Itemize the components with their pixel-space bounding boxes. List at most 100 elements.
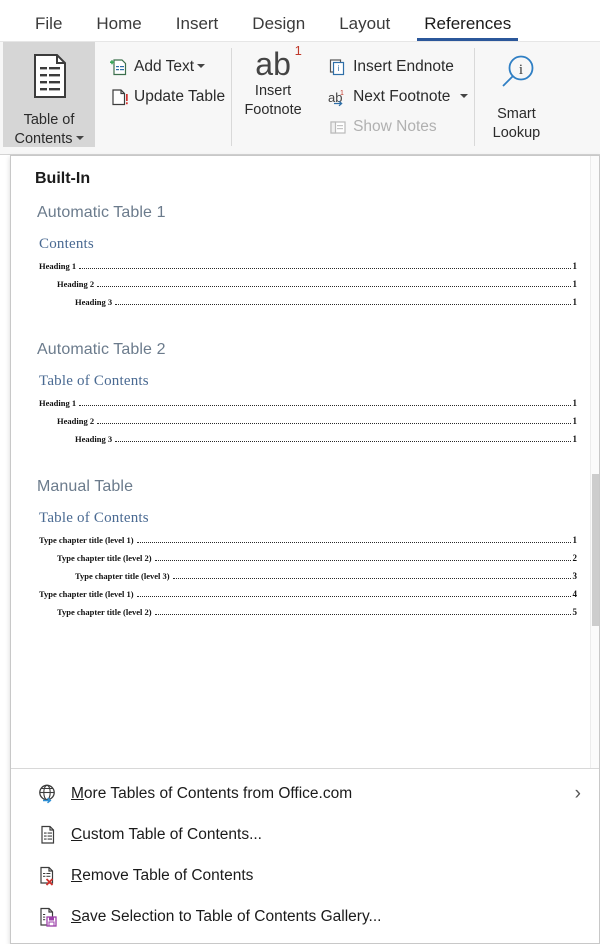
table-of-contents-button[interactable]: Table of Contents — [3, 42, 95, 147]
chevron-right-icon: › — [574, 782, 581, 804]
toc-row-text: Type chapter title (level 3) — [75, 571, 170, 581]
dot-leader — [97, 286, 571, 287]
tab-file[interactable]: File — [18, 14, 79, 41]
ribbon-group-footnotes: ab 1 Insert Footnote i Insert Endnote ab… — [232, 42, 474, 154]
toc-preview-row: Heading 1 1 — [39, 399, 577, 408]
tab-design[interactable]: Design — [235, 14, 322, 41]
toc-row-text: Type chapter title (level 1) — [39, 535, 134, 545]
tab-layout[interactable]: Layout — [322, 14, 407, 41]
gallery-item-title: Automatic Table 2 — [37, 341, 166, 358]
show-notes-button: Show Notes — [320, 112, 474, 142]
next-footnote-icon: ab 1 — [326, 87, 350, 107]
add-text-label: Add Text — [134, 58, 195, 75]
menu-item-label: Custom Table of Contents... — [71, 826, 589, 844]
gallery-item-automatic-table-2[interactable]: Automatic Table 2 Table of Contents Head… — [35, 341, 577, 444]
toc-row-text: Heading 2 — [57, 416, 95, 426]
toc-row-page: 2 — [572, 553, 578, 563]
dot-leader — [79, 268, 571, 269]
gallery-scrollbar-thumb[interactable] — [592, 474, 599, 626]
toc-preview-row: Type chapter title (level 1) 4 — [39, 590, 577, 599]
svg-text:i: i — [519, 62, 523, 78]
toc-gallery: Built-In Automatic Table 1 Contents Head… — [11, 156, 599, 768]
accelerator-key: S — [71, 907, 82, 925]
chevron-down-icon[interactable] — [197, 64, 206, 68]
show-notes-icon — [326, 117, 350, 137]
chevron-down-icon[interactable] — [75, 135, 84, 140]
toc-preview-row: Heading 2 1 — [39, 417, 577, 426]
toc-command-list: Add Text Update Table — [95, 42, 231, 112]
smart-lookup-icon: i — [493, 52, 539, 103]
dot-leader — [154, 560, 571, 561]
menu-item-label-rest: ustom Table of Contents... — [82, 825, 262, 843]
menu-item-custom-table-of-contents[interactable]: Custom Table of Contents... — [11, 814, 599, 855]
accelerator-key: M — [71, 784, 84, 802]
toc-preview-row: Type chapter title (level 1) 1 — [39, 536, 577, 545]
chevron-down-icon[interactable] — [460, 94, 469, 98]
dot-leader — [97, 423, 571, 424]
ribbon-group-table-of-contents: Table of Contents Add Text Update Table — [0, 42, 231, 154]
toc-row-text: Heading 2 — [57, 279, 95, 289]
toc-preview-row: Type chapter title (level 2) 5 — [39, 608, 577, 617]
toc-row-page: 1 — [572, 535, 578, 545]
gallery-item-manual-table[interactable]: Manual Table Table of Contents Type chap… — [35, 478, 577, 617]
menu-item-label: More Tables of Contents from Office.com — [71, 785, 575, 803]
toc-row-page: 1 — [572, 398, 578, 408]
toc-row-text: Type chapter title (level 1) — [39, 589, 134, 599]
next-footnote-button[interactable]: ab 1 Next Footnote — [320, 82, 474, 112]
tab-home[interactable]: Home — [79, 14, 158, 41]
show-notes-label: Show Notes — [353, 118, 437, 135]
update-table-button[interactable]: Update Table — [101, 82, 231, 112]
toc-row-page: 1 — [572, 279, 578, 289]
menu-item-label-rest: ore Tables of Contents from Office.com — [83, 784, 353, 802]
toc-preview-row: Type chapter title (level 3) 3 — [39, 572, 577, 581]
insert-endnote-button[interactable]: i Insert Endnote — [320, 52, 474, 82]
gallery-group-title: Built-In — [35, 170, 91, 187]
dot-leader — [115, 441, 571, 442]
dot-leader — [79, 405, 571, 406]
gallery-scrollbar[interactable] — [590, 156, 599, 768]
smart-lookup-button[interactable]: i Smart Lookup — [475, 42, 557, 147]
tab-references[interactable]: References — [407, 14, 528, 41]
toc-row-page: 1 — [572, 297, 578, 307]
dot-leader — [136, 596, 571, 597]
add-text-icon — [107, 57, 131, 77]
menu-item-remove-table-of-contents[interactable]: Remove Table of Contents — [11, 855, 599, 896]
table-of-contents-label-line2: Contents — [14, 130, 73, 147]
insert-footnote-glyph: ab — [255, 46, 291, 82]
next-footnote-label: Next Footnote — [353, 88, 451, 105]
footnote-command-list: i Insert Endnote ab 1 Next Footnote Show… — [314, 42, 474, 142]
toc-row-page: 3 — [572, 571, 578, 581]
add-text-button[interactable]: Add Text — [101, 52, 231, 82]
tab-insert[interactable]: Insert — [159, 14, 236, 41]
toc-row-text: Type chapter title (level 2) — [57, 553, 152, 563]
toc-dropdown-menu: More Tables of Contents from Office.com … — [11, 768, 599, 943]
insert-endnote-icon: i — [326, 57, 350, 77]
toc-preview: Table of Contents Heading 1 1 Heading 2 … — [39, 373, 577, 444]
insert-footnote-label-line1: Insert — [254, 83, 292, 99]
dot-leader — [136, 542, 571, 543]
menu-item-label: Remove Table of Contents — [71, 867, 589, 885]
dot-leader — [172, 578, 571, 579]
toc-preview-row: Heading 3 1 — [39, 298, 577, 307]
gallery-item-title: Automatic Table 1 — [37, 204, 166, 221]
smart-lookup-label-line1: Smart — [497, 106, 536, 122]
remove-toc-icon — [37, 865, 71, 887]
toc-preview-row: Heading 3 1 — [39, 435, 577, 444]
toc-row-text: Heading 1 — [39, 398, 77, 408]
smart-lookup-label-line2: Lookup — [492, 124, 541, 141]
insert-footnote-button[interactable]: ab 1 Insert Footnote — [232, 42, 314, 147]
update-table-label: Update Table — [134, 88, 226, 105]
toc-row-text: Heading 3 — [75, 434, 113, 444]
ribbon-toolbar: Table of Contents Add Text Update Table … — [0, 42, 600, 155]
menu-item-label: Save Selection to Table of Contents Gall… — [71, 908, 589, 926]
gallery-item-automatic-table-1[interactable]: Automatic Table 1 Contents Heading 1 1 H… — [35, 204, 577, 307]
gallery-item-title: Manual Table — [37, 478, 134, 495]
menu-item-save-selection-to-gallery[interactable]: Save Selection to Table of Contents Gall… — [11, 896, 599, 937]
toc-row-page: 1 — [572, 261, 578, 271]
svg-text:i: i — [338, 64, 340, 73]
toc-row-page: 5 — [572, 607, 578, 617]
menu-item-more-tables-of-contents[interactable]: More Tables of Contents from Office.com … — [11, 773, 599, 814]
dot-leader — [154, 614, 571, 615]
toc-preview-row: Type chapter title (level 2) 2 — [39, 554, 577, 563]
toc-row-text: Type chapter title (level 2) — [57, 607, 152, 617]
